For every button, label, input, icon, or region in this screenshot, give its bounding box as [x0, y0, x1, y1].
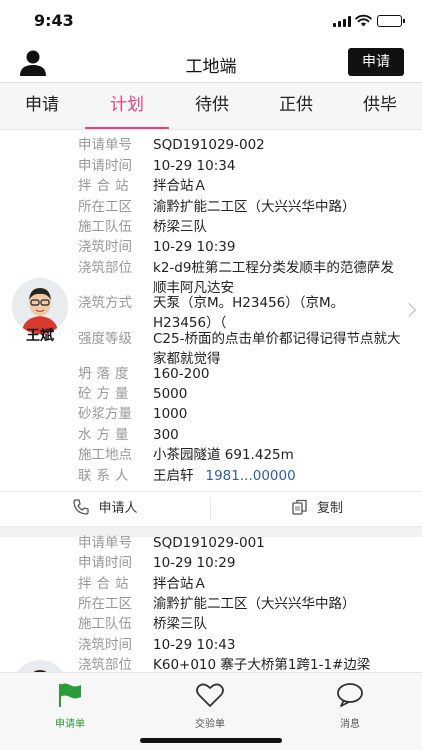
nav-bar: 工地端 申请: [0, 44, 422, 82]
copy-button[interactable]: 复制: [212, 492, 422, 526]
flag-icon: [59, 683, 81, 707]
contact-phone-link[interactable]: 1981...00000: [206, 468, 296, 484]
apply-button[interactable]: 申请: [348, 48, 404, 76]
phone-icon: [73, 499, 90, 515]
status-tabs: 申请 计划 待供 正供 供毕: [0, 82, 422, 130]
field-strength-grade: 强度等级 C25-桥面的点击单价都记得记得节点就大家都就觉得: [78, 331, 401, 367]
card-actions: 申请人 复制: [0, 491, 422, 527]
applicant-button[interactable]: 申请人: [0, 492, 210, 526]
contact-name: 王启轩: [153, 468, 194, 484]
wifi-icon: [355, 14, 372, 27]
active-tab-underline: [85, 127, 169, 129]
bottom-tab-inspections[interactable]: 交验单: [160, 681, 260, 730]
tab-pending-supply[interactable]: 待供: [170, 83, 254, 129]
person-name: 王斌: [26, 328, 54, 344]
bottom-tab-applications[interactable]: 申请单: [20, 681, 120, 730]
copy-icon: [292, 499, 307, 515]
battery-icon: [377, 15, 405, 27]
tab-apply[interactable]: 申请: [0, 83, 84, 129]
cellular-signal-icon: [333, 16, 351, 27]
status-bar: 9:43: [0, 0, 422, 44]
tab-plan[interactable]: 计划: [85, 83, 169, 129]
heart-icon: [196, 683, 224, 707]
bottom-tab-messages[interactable]: 消息: [300, 681, 400, 730]
chat-bubble-icon: [337, 683, 363, 707]
field-pour-location: 浇筑部位 k2-d9桩第二工程分类发顺丰的范德萨发顺丰阿凡达安: [78, 260, 394, 296]
status-time: 9:43: [34, 11, 74, 30]
tab-supply-done[interactable]: 供毕: [338, 83, 422, 129]
field-pour-method: 浇筑方式 天泵（京M。H23456）（京M。H23456）（: [78, 295, 345, 331]
home-indicator: [140, 738, 282, 743]
tab-supplying[interactable]: 正供: [254, 83, 338, 129]
divider: [210, 498, 211, 520]
